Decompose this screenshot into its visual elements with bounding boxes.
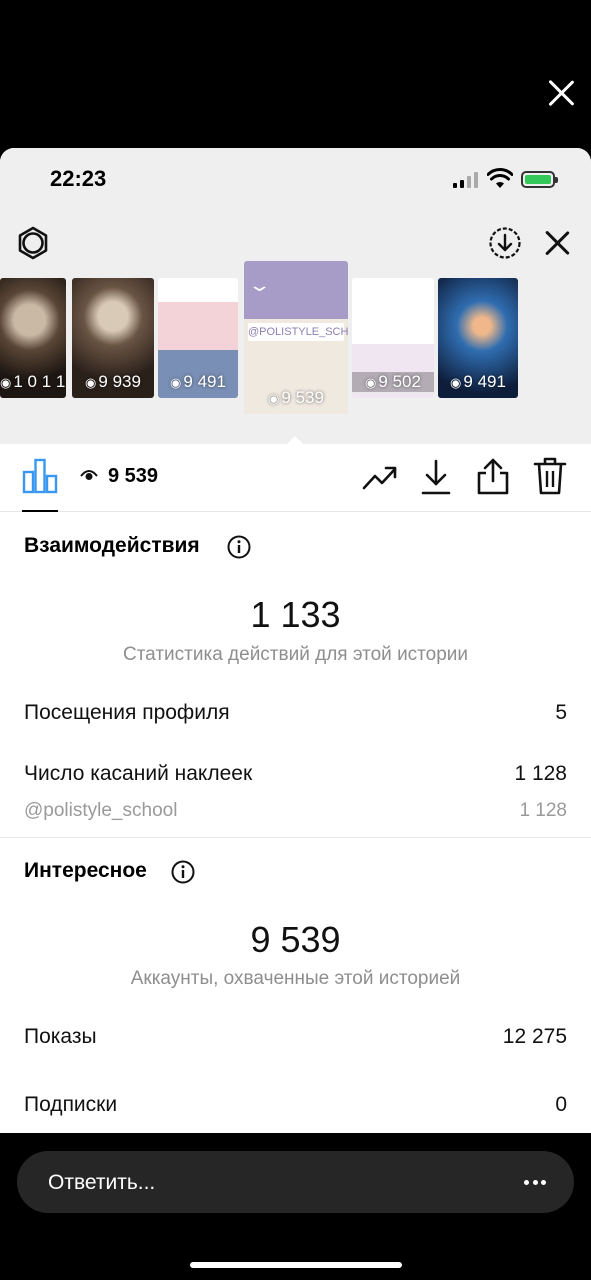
profile-visits-label: Посещения профиля [24, 701, 230, 724]
thumbnail-views-value: 9 502 [378, 372, 421, 391]
eye-icon: ◉ [450, 375, 462, 390]
story-thumbnail[interactable]: ◉ 9 502 [352, 278, 434, 398]
interactions-caption: Статистика действий для этой истории [122, 644, 469, 665]
chevron-down-icon: ⌄ [247, 275, 272, 295]
close-icon[interactable] [542, 228, 572, 258]
story-thumbnail[interactable]: ◉ 9 939 [72, 278, 154, 398]
thumbnail-views: ◉ 9 939 [72, 372, 154, 392]
story-view-count: 9 539 [108, 465, 159, 487]
mention-sticker-label: @polistyle_school [24, 800, 178, 821]
reply-input[interactable]: Ответить... [48, 1171, 155, 1195]
close-story-icon[interactable] [546, 78, 576, 108]
thumbnail-views-value: 9 939 [98, 372, 141, 391]
discovery-title: Интересное [24, 859, 147, 882]
status-time: 22:23 [50, 166, 107, 191]
story-thumbnail[interactable]: ◉1 0 1 1 4 6 [0, 278, 66, 398]
status-icons [453, 168, 561, 190]
trash-icon[interactable] [532, 456, 568, 496]
home-indicator [190, 1262, 402, 1268]
download-circle-icon[interactable] [488, 226, 522, 260]
thumbnail-views-value: 9 491 [183, 372, 226, 391]
story-thumbnail[interactable]: ◉ 9 491 [438, 278, 518, 398]
story-strip-area: 22:23 ◉1 0 1 1 4 6 ◉9 939 [0, 148, 591, 444]
eye-icon [80, 470, 98, 480]
share-icon[interactable] [476, 456, 510, 496]
insights-card: 22:23 ◉1 0 1 1 4 6 ◉9 939 [0, 148, 591, 1133]
mention-sticker-value: 1 128 [519, 800, 567, 821]
thumbnail-views-value: 9 539 [281, 388, 324, 407]
story-thumbnail-selected[interactable]: ⌄ @POLISTYLE_SCHOOL ◉9 539 [244, 261, 348, 414]
signal-icon [453, 172, 478, 188]
interactions-title: Взаимодействия [24, 534, 200, 557]
follows-label: Подписки [24, 1093, 118, 1116]
info-icon[interactable] [171, 860, 195, 884]
eye-icon: ◉ [170, 375, 182, 390]
mention-tag: @POLISTYLE_SCHOOL [248, 323, 348, 341]
story-thumbnail[interactable]: ◉ 9 491 [158, 278, 238, 398]
download-icon[interactable] [420, 458, 452, 496]
thumbnail-views-value: 9 491 [463, 372, 506, 391]
active-tab-indicator [22, 510, 58, 512]
story-thumbnails: ◉1 0 1 1 4 6 ◉9 939 ◉9 491 ⌄ @POLISTYLE_… [0, 261, 591, 421]
discovery-caption: Аккаунты, охваченные этой историей [130, 968, 461, 989]
impressions-label: Показы [24, 1025, 97, 1048]
thumbnail-views: ◉1 0 1 1 4 6 [0, 372, 66, 392]
info-icon[interactable] [227, 535, 251, 559]
thumbnail-views-value: 1 0 1 1 4 6 [13, 372, 66, 391]
trend-icon[interactable] [362, 460, 398, 494]
eye-icon: ◉ [268, 391, 280, 406]
bar-chart-icon[interactable] [22, 456, 58, 494]
more-icon[interactable] [524, 1180, 546, 1186]
thumbnail-views: ◉ 9 502 [352, 372, 434, 392]
sticker-taps-label: Число касаний наклеек [24, 762, 253, 785]
thumbnail-views: ◉ 9 539 [244, 388, 348, 408]
wifi-icon [487, 168, 513, 188]
reply-bar[interactable]: Ответить... [17, 1151, 574, 1213]
discovery-total: 9 539 [250, 919, 341, 960]
eye-icon: ◉ [0, 375, 12, 390]
gear-icon[interactable] [16, 226, 50, 260]
interactions-total: 1 133 [250, 594, 341, 635]
insights-toolbar: 9 539 [0, 444, 591, 512]
profile-visits-value: 5 [555, 701, 567, 724]
eye-icon: ◉ [85, 375, 97, 390]
impressions-value: 12 275 [502, 1025, 567, 1048]
follows-value: 0 [555, 1093, 567, 1116]
thumbnail-views: ◉ 9 491 [438, 372, 518, 392]
sticker-taps-value: 1 128 [514, 762, 567, 785]
section-divider [0, 837, 591, 838]
eye-icon: ◉ [365, 375, 377, 390]
thumbnail-views: ◉ 9 491 [158, 372, 238, 392]
battery-icon [521, 171, 558, 188]
